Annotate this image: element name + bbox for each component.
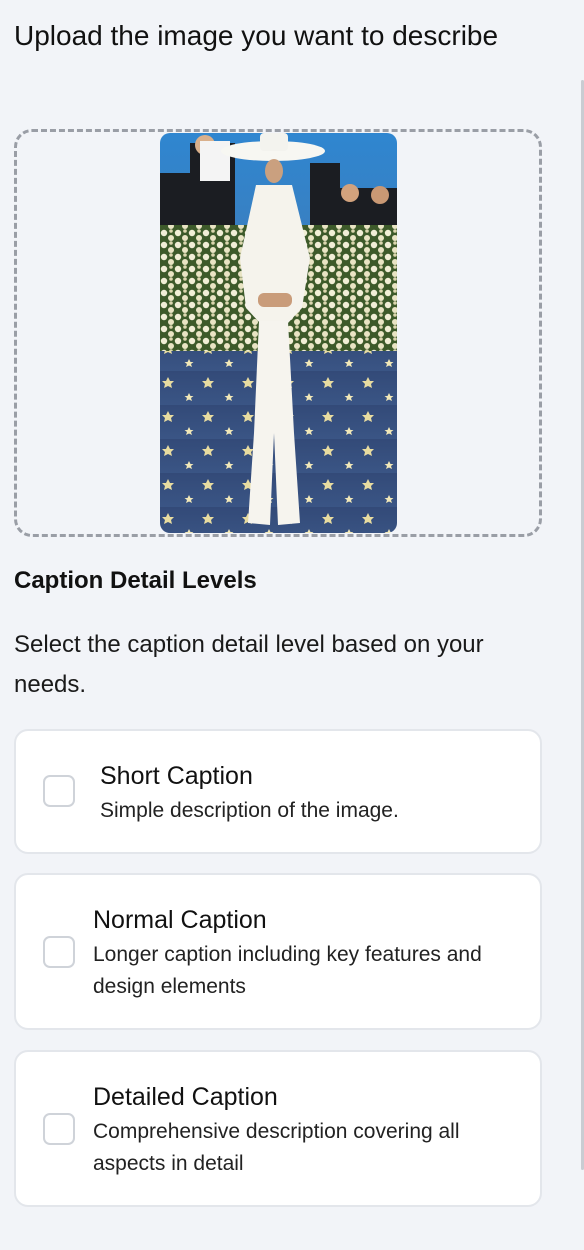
option-title: Short Caption [100,762,253,790]
option-title: Normal Caption [93,906,267,934]
caption-option-detailed[interactable]: Detailed Caption Comprehensive descripti… [14,1050,542,1207]
caption-option-normal[interactable]: Normal Caption Longer caption including … [14,873,542,1030]
detailed-caption-checkbox[interactable] [43,1113,75,1145]
option-title: Detailed Caption [93,1083,278,1111]
caption-levels-description: Select the caption detail level based on… [14,631,484,698]
option-description: Simple description of the image. [100,799,399,822]
caption-levels-heading: Caption Detail Levels [14,567,257,594]
short-caption-checkbox[interactable] [43,775,75,807]
upload-title: Upload the image you want to describe [14,20,499,51]
uploaded-image-preview [160,133,397,533]
option-description: Comprehensive description covering all a… [93,1120,460,1175]
caption-option-short[interactable]: Short Caption Simple description of the … [14,729,542,854]
option-description: Longer caption including key features an… [93,943,482,998]
normal-caption-checkbox[interactable] [43,936,75,968]
